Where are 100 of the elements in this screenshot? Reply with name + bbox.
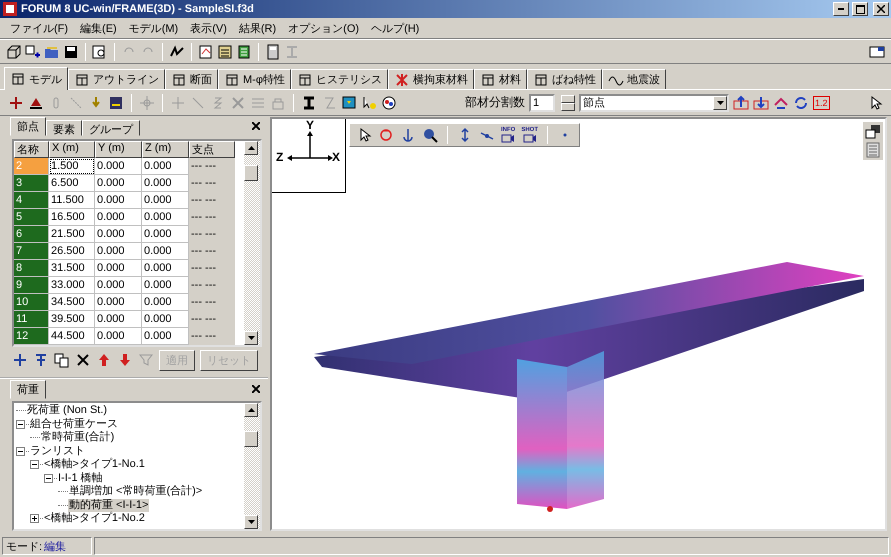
column-header[interactable]: Y (m) xyxy=(95,141,142,158)
table-cell[interactable]: 21.500 xyxy=(49,226,95,243)
row-header-cell[interactable]: 9 xyxy=(14,277,49,294)
table-cell[interactable]: --- --- xyxy=(189,226,235,243)
table-cell[interactable]: 0.000 xyxy=(95,277,142,294)
table-cell[interactable]: 31.500 xyxy=(49,260,95,277)
panel-tab[interactable]: グループ xyxy=(82,120,140,136)
column-header[interactable]: 支点 xyxy=(189,141,235,158)
panel-tab[interactable]: 荷重 xyxy=(10,380,46,399)
tab[interactable]: 地震波 xyxy=(602,69,666,89)
table-cell[interactable]: 0.000 xyxy=(95,243,142,260)
table-cell[interactable]: --- --- xyxy=(189,294,235,311)
table-cell[interactable]: --- --- xyxy=(189,243,235,260)
table-cell[interactable]: 11.500 xyxy=(49,192,95,209)
row-header-cell[interactable]: 4 xyxy=(14,192,49,209)
column-header[interactable]: 名称 xyxy=(14,141,49,158)
column-header[interactable]: Z (m) xyxy=(142,141,189,158)
table-cell[interactable]: 0.000 xyxy=(95,175,142,192)
table-cell[interactable]: --- --- xyxy=(189,260,235,277)
frame-icon[interactable] xyxy=(10,71,26,87)
document-icon[interactable] xyxy=(217,44,233,60)
tab[interactable]: ヒステリシス xyxy=(290,69,388,89)
menu-item[interactable]: オプション(O) xyxy=(282,18,366,38)
list-icon[interactable] xyxy=(865,142,881,158)
expand-toggle[interactable] xyxy=(16,420,25,429)
target-dropdown[interactable]: 節点 xyxy=(579,94,729,112)
close-button[interactable] xyxy=(873,2,889,16)
minimize-button[interactable] xyxy=(833,2,849,16)
table-cell[interactable]: 16.500 xyxy=(49,209,95,226)
row-header-cell[interactable]: 12 xyxy=(14,328,49,345)
spin-buttons[interactable] xyxy=(561,94,575,110)
row-header-cell[interactable]: 6 xyxy=(14,226,49,243)
table-cell[interactable]: 39.500 xyxy=(49,311,95,328)
arrow-up-icon[interactable] xyxy=(733,94,749,110)
menu-item[interactable]: 結果(R) xyxy=(232,18,282,38)
table-cell[interactable]: 0.000 xyxy=(95,311,142,328)
table-cell[interactable]: --- --- xyxy=(189,158,235,175)
table-cell[interactable]: --- --- xyxy=(189,277,235,294)
panel-tab[interactable]: 要素 xyxy=(46,120,82,136)
spreadsheet-icon[interactable] xyxy=(236,44,252,60)
tree-item[interactable]: 動的荷重 <I-I-1> xyxy=(68,498,150,512)
plus-icon[interactable] xyxy=(8,94,24,110)
tab[interactable]: M-φ特性 xyxy=(218,69,291,89)
move-up-icon[interactable] xyxy=(96,352,112,368)
move-down-icon[interactable] xyxy=(117,352,133,368)
arrow-down-icon[interactable] xyxy=(753,94,769,110)
save-icon[interactable] xyxy=(63,44,79,60)
report-icon[interactable] xyxy=(198,44,214,60)
menu-item[interactable]: 編集(E) xyxy=(74,18,123,38)
scroll-bar[interactable] xyxy=(244,403,260,529)
table-cell[interactable]: --- --- xyxy=(189,175,235,192)
table-cell[interactable]: 34.500 xyxy=(49,294,95,311)
table-cell[interactable]: 1.500 xyxy=(49,158,95,175)
monitor-icon[interactable] xyxy=(341,94,357,110)
tree-item[interactable]: 組合せ荷重ケース xyxy=(29,418,119,431)
table-cell[interactable]: 6.500 xyxy=(49,175,95,192)
zoom-icon[interactable] xyxy=(422,127,438,143)
tree-item[interactable]: ランリスト xyxy=(29,444,86,458)
row-header-cell[interactable]: 10 xyxy=(14,294,49,311)
division-field[interactable]: 1 xyxy=(529,94,555,112)
menu-item[interactable]: 表示(V) xyxy=(184,18,233,38)
expand-toggle[interactable] xyxy=(16,446,25,456)
palette-icon[interactable] xyxy=(381,94,397,110)
new-file-icon[interactable] xyxy=(25,44,41,60)
cube-icon[interactable] xyxy=(6,44,22,60)
close-icon[interactable] xyxy=(252,385,260,393)
table-cell[interactable]: 0.000 xyxy=(95,226,142,243)
row-header-cell[interactable]: 5 xyxy=(14,209,49,226)
cursor-info-icon[interactable] xyxy=(361,94,377,110)
delete-icon[interactable] xyxy=(75,352,91,368)
row-header-cell[interactable]: 7 xyxy=(14,243,49,260)
tab[interactable]: ばね特性 xyxy=(526,69,602,89)
table-cell[interactable]: --- --- xyxy=(189,311,235,328)
table-cell[interactable]: 33.000 xyxy=(49,277,95,294)
refresh-icon[interactable] xyxy=(793,94,809,110)
tab[interactable]: モデル xyxy=(4,67,68,90)
menu-item[interactable]: ファイル(F) xyxy=(4,18,74,38)
menu-item[interactable]: ヘルプ(H) xyxy=(365,18,426,38)
window-icon[interactable] xyxy=(869,44,885,60)
node-icon[interactable] xyxy=(139,94,155,110)
tab[interactable]: 断面 xyxy=(165,69,218,89)
panel-tab[interactable]: 節点 xyxy=(10,117,46,136)
i-beam-icon[interactable] xyxy=(301,94,317,110)
table-cell[interactable]: 0.000 xyxy=(95,294,142,311)
row-header-cell[interactable]: 3 xyxy=(14,175,49,192)
rotate-icon[interactable] xyxy=(378,127,394,143)
tree-item[interactable]: I-I-1 橋軸 xyxy=(57,472,104,485)
cross-mark-icon[interactable] xyxy=(394,72,410,88)
app-icon[interactable] xyxy=(2,1,18,17)
row-header-cell[interactable]: 8 xyxy=(14,260,49,277)
row-header-cell[interactable]: 11 xyxy=(14,311,49,328)
table-cell[interactable]: --- --- xyxy=(189,328,235,345)
maximize-button[interactable] xyxy=(852,2,868,16)
expand-toggle[interactable] xyxy=(30,514,39,524)
tree-item[interactable]: 常時荷重(合計) xyxy=(40,431,116,444)
table-cell[interactable]: 26.500 xyxy=(49,243,95,260)
tree-item[interactable]: <橋軸>タイプ1-No.1 xyxy=(43,458,146,472)
windows-icon[interactable] xyxy=(865,124,881,140)
copy-icon[interactable] xyxy=(54,352,70,368)
menu-item[interactable]: モデル(M) xyxy=(122,18,184,38)
